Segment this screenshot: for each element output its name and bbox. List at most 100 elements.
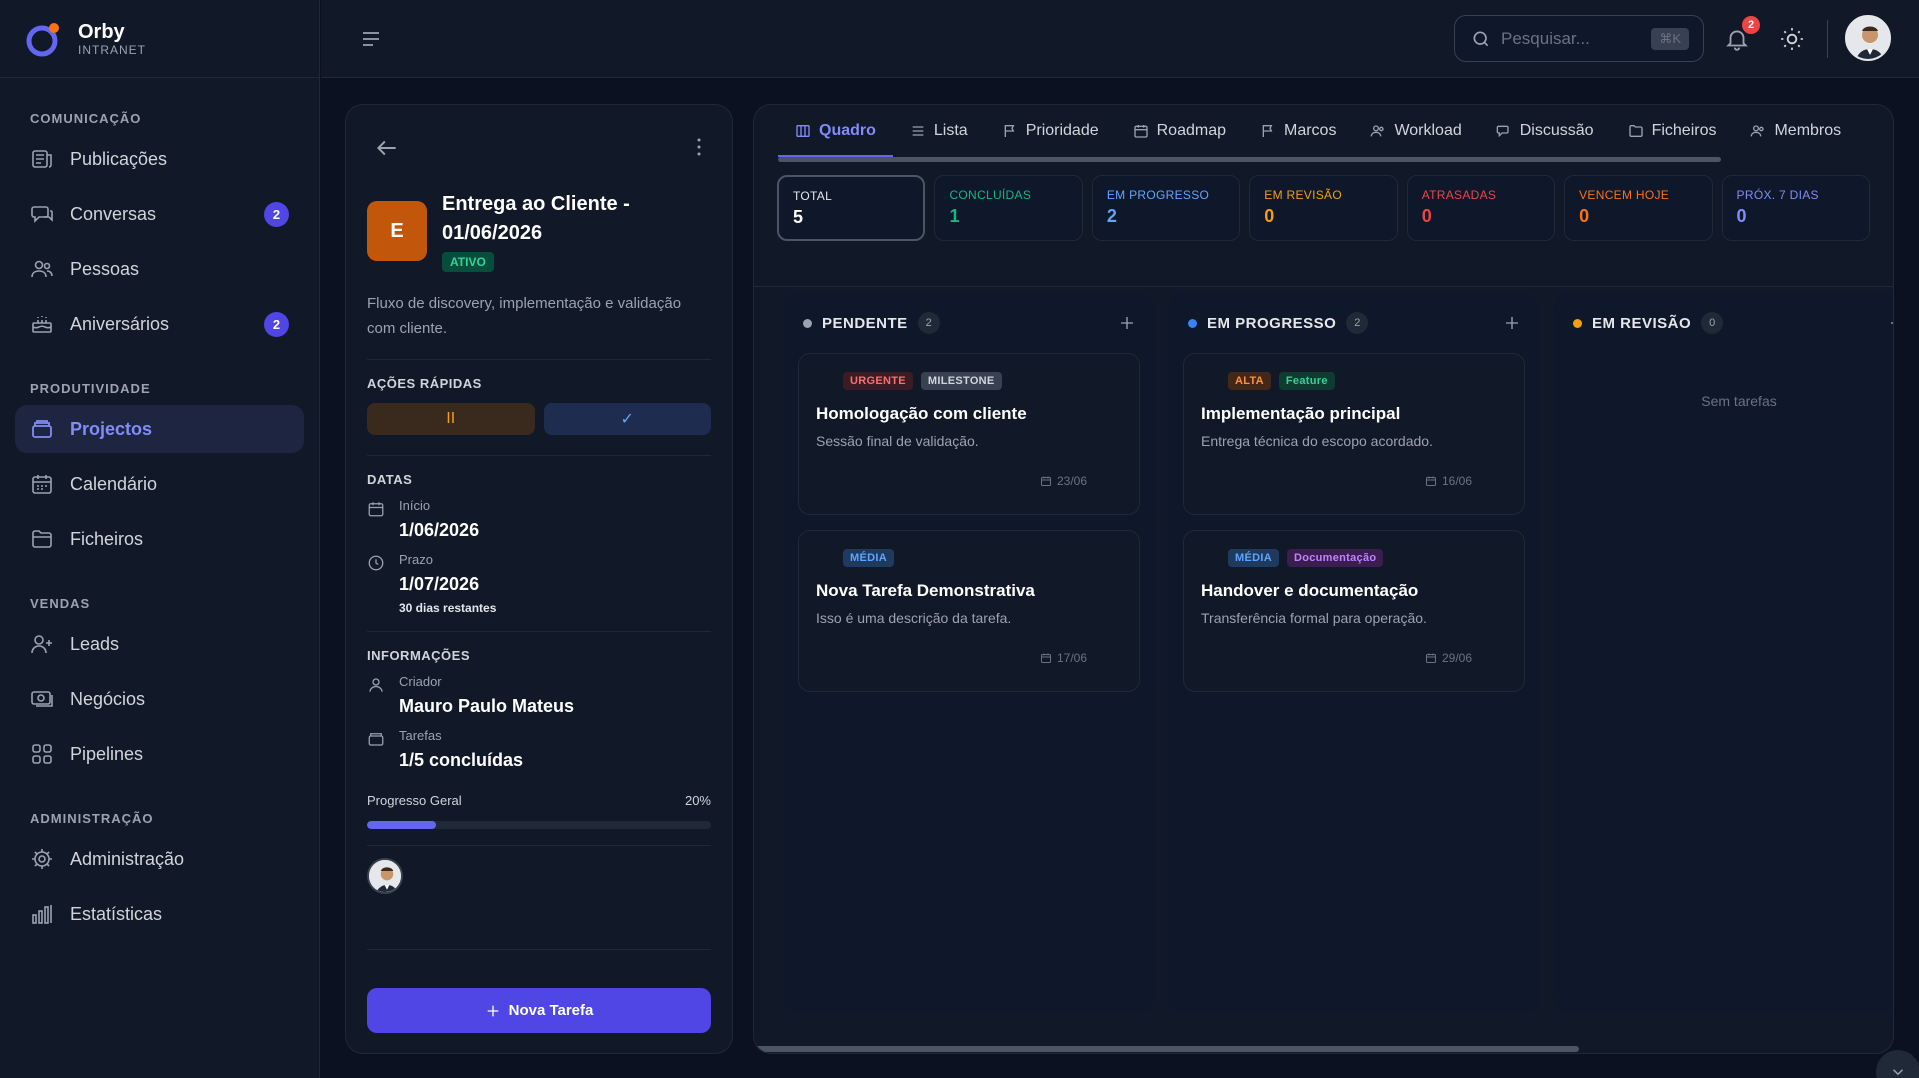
stat-prox-7-dias[interactable]: PRÓX. 7 DIAS 0 [1721, 175, 1870, 241]
task-tag: MÉDIA [1228, 549, 1279, 567]
sidebar-item-estatisticas[interactable]: Estatísticas [15, 890, 304, 938]
column-status-dot [803, 318, 812, 328]
column-count: 2 [917, 312, 940, 334]
stat-value: 0 [1264, 206, 1275, 226]
sidebar-item-leads[interactable]: Leads [15, 620, 304, 668]
tab-workload[interactable]: Workload [1353, 105, 1478, 157]
brand[interactable]: Orby INTRANET [0, 0, 319, 78]
quick-actions: II ✓ [367, 403, 711, 456]
tab-prioridade[interactable]: Prioridade [985, 105, 1116, 157]
task-tag: MÉDIA [843, 549, 894, 567]
creator-label: Criador [399, 674, 442, 689]
people-icon [1751, 125, 1765, 137]
tab-quadro[interactable]: Quadro [778, 105, 893, 157]
stat-concluidas[interactable]: CONCLUÍDAS 1 [934, 175, 1083, 241]
task-tag: ALTA [1228, 372, 1271, 390]
task-card[interactable]: MÉDIA Nova Tarefa Demonstrativa Isso é u… [798, 530, 1140, 692]
board-horizontal-scrollbar[interactable] [754, 1046, 1579, 1052]
sidebar-item-pipelines[interactable]: Pipelines [15, 730, 304, 778]
task-card[interactable]: URGENTE MILESTONE Homologação com client… [798, 353, 1140, 515]
sidebar-item-pessoas[interactable]: Pessoas [15, 245, 304, 293]
column-header: PENDENTE 2 [798, 293, 1140, 353]
tab-label: Marcos [1284, 122, 1337, 139]
stat-label: EM PROGRESSO [1106, 188, 1210, 202]
bar-chart-icon [32, 905, 52, 924]
task-tag: MILESTONE [920, 372, 1002, 390]
task-tag: Feature [1278, 372, 1335, 390]
calendar-icon [1425, 653, 1436, 663]
member-avatar[interactable] [367, 858, 403, 894]
stat-total[interactable]: TOTAL 5 [777, 175, 926, 241]
sidebar-item-conversas[interactable]: Conversas 2 [15, 190, 304, 238]
task-due-date: 29/06 [1425, 651, 1472, 665]
stat-value: 1 [949, 206, 960, 226]
tab-label: Roadmap [1156, 122, 1226, 139]
flag-icon [1262, 125, 1273, 137]
stat-em-progresso[interactable]: EM PROGRESSO 2 [1091, 175, 1241, 241]
people-icon [31, 260, 53, 278]
briefcase-icon [368, 733, 384, 746]
add-task-plus-icon[interactable] [1118, 314, 1136, 332]
task-due-date: 17/06 [1040, 651, 1087, 665]
brand-subtitle: INTRANET [78, 42, 146, 57]
stat-value: 0 [1736, 206, 1747, 226]
project-avatar: E [367, 201, 427, 261]
tab-membros[interactable]: Membros [1733, 105, 1858, 157]
stat-label: EM REVISÃO [1264, 188, 1342, 202]
tabs-scrollbar[interactable] [778, 157, 1721, 162]
column-name: PENDENTE [822, 314, 908, 332]
task-card[interactable]: MÉDIA Documentação Handover e documentaç… [1183, 530, 1525, 692]
menu-toggle-icon[interactable] [359, 27, 383, 51]
pause-project-button[interactable]: II [367, 403, 535, 435]
tab-discussao[interactable]: Discussão [1479, 105, 1611, 157]
theme-toggle-sun-icon[interactable] [1779, 26, 1805, 52]
search-box[interactable]: ⌘K [1454, 15, 1704, 62]
user-avatar[interactable] [1845, 15, 1891, 61]
sidebar-item-label: Administração [70, 848, 185, 869]
sidebar-item-administracao[interactable]: Administração [15, 835, 304, 883]
chevron-down-icon[interactable] [1876, 1050, 1919, 1078]
add-task-plus-icon[interactable] [1888, 314, 1894, 332]
sidebar-item-ficheiros[interactable]: Ficheiros [15, 515, 304, 563]
sidebar: Orby INTRANET COMUNICAÇÃO Publicações Co… [0, 0, 320, 1078]
task-title: Handover e documentação [1201, 581, 1419, 600]
sidebar-item-label: Publicações [70, 148, 168, 169]
sidebar-item-publicacoes[interactable]: Publicações [15, 135, 304, 183]
tab-ficheiros[interactable]: Ficheiros [1611, 105, 1734, 157]
sidebar-item-projectos[interactable]: Projectos [15, 405, 304, 453]
stat-vencem-hoje[interactable]: VENCEM HOJE 0 [1564, 175, 1713, 241]
user-plus-icon [31, 635, 52, 654]
column-name: EM PROGRESSO [1207, 314, 1337, 332]
deadline-row: Prazo 1/07/2026 30 dias restantes [367, 552, 711, 615]
tab-marcos[interactable]: Marcos [1243, 105, 1353, 157]
column-header: EM PROGRESSO 2 [1183, 293, 1525, 353]
project-title: Entrega ao Cliente - 01/06/2026 [442, 193, 630, 244]
notifications-badge: 2 [1742, 16, 1760, 34]
sidebar-item-negocios[interactable]: Negócios [15, 675, 304, 723]
project-detail-panel: E Entrega ao Cliente - 01/06/2026 ATIVO … [345, 104, 733, 1054]
sidebar-item-calendario[interactable]: Calendário [15, 460, 304, 508]
section-title-produtividade: PRODUTIVIDADE [30, 381, 151, 396]
stat-atrasadas[interactable]: ATRASADAS 0 [1406, 175, 1556, 241]
stat-em-revisao[interactable]: EM REVISÃO 0 [1249, 175, 1398, 241]
tab-label: Membros [1774, 122, 1842, 139]
tab-lista[interactable]: Lista [893, 105, 985, 157]
project-description: Fluxo de discovery, implementação e vali… [367, 291, 711, 360]
sidebar-item-label: Negócios [70, 688, 146, 709]
calendar-icon [1133, 125, 1148, 138]
kanban-column-em-revisao: EM REVISÃO 0 Sem tarefas [1554, 293, 1894, 1013]
calendar-icon [368, 502, 384, 517]
new-task-button[interactable]: Nova Tarefa [367, 988, 711, 1033]
task-card[interactable]: ALTA Feature Implementação principal Ent… [1183, 353, 1525, 515]
task-title: Implementação principal [1201, 404, 1401, 423]
search-input[interactable] [1501, 28, 1651, 49]
empty-column-message: Sem tarefas [1701, 393, 1777, 409]
add-task-plus-icon[interactable] [1503, 314, 1521, 332]
task-title: Homologação com cliente [816, 404, 1027, 423]
complete-project-button[interactable]: ✓ [543, 403, 711, 435]
project-header [367, 105, 711, 175]
tasks-row: Tarefas 1/5 concluídas [367, 728, 711, 771]
sidebar-item-aniversarios[interactable]: Aniversários 2 [15, 300, 304, 348]
tab-roadmap[interactable]: Roadmap [1116, 105, 1243, 157]
folder-icon [1628, 125, 1643, 137]
